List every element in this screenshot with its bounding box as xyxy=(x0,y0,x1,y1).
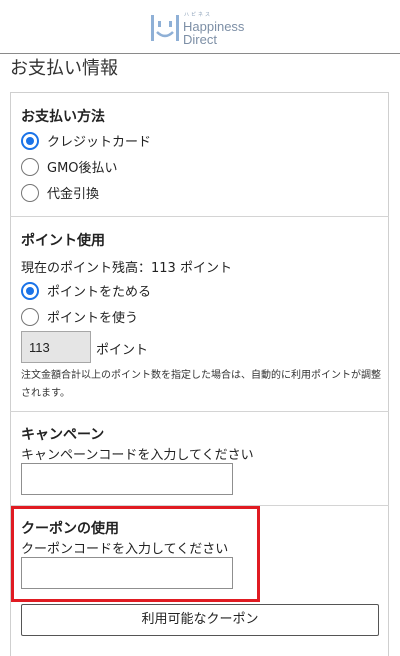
radio-credit-card-label[interactable]: クレジットカード xyxy=(47,131,151,150)
section-divider xyxy=(10,411,389,412)
available-coupons-button[interactable]: 利用可能なクーポン xyxy=(21,604,379,636)
logo-small-text: ハピネス xyxy=(184,12,213,18)
radio-gmo-deferred[interactable] xyxy=(21,158,39,176)
radio-cash-on-delivery-label[interactable]: 代金引換 xyxy=(47,183,99,202)
site-header: ハピネス Happiness Direct xyxy=(0,0,400,54)
radio-use-points[interactable] xyxy=(21,308,39,326)
radio-save-points-label[interactable]: ポイントをためる xyxy=(47,281,151,300)
radio-gmo-deferred-label[interactable]: GMO後払い xyxy=(47,157,118,176)
campaign-title: キャンペーン xyxy=(21,427,105,443)
section-divider xyxy=(10,216,389,217)
points-title: ポイント使用 xyxy=(21,233,105,249)
page-title: お支払い情報 xyxy=(10,58,118,79)
radio-use-points-label[interactable]: ポイントを使う xyxy=(47,307,138,326)
payment-method-title: お支払い方法 xyxy=(21,109,105,125)
campaign-code-input[interactable] xyxy=(21,463,233,495)
points-balance: 現在のポイント残高：113 ポイント xyxy=(21,261,232,276)
radio-save-points[interactable] xyxy=(21,282,39,300)
points-amount-input[interactable] xyxy=(21,331,91,363)
points-unit-label: ポイント xyxy=(96,343,149,358)
radio-cash-on-delivery[interactable] xyxy=(21,184,39,202)
logo-line-2: Direct xyxy=(183,32,217,47)
coupon-highlight-frame xyxy=(11,506,260,602)
logo-text: Happiness Direct xyxy=(183,20,244,46)
campaign-instruction: キャンペーンコードを入力してください xyxy=(21,448,254,463)
radio-credit-card[interactable] xyxy=(21,132,39,150)
smile-logo-icon xyxy=(151,15,179,41)
points-adjust-note: 注文金額合計以上のポイント数を指定した場合は、自動的に利用ポイントが調整されます… xyxy=(21,370,381,399)
happiness-direct-logo[interactable]: ハピネス Happiness Direct xyxy=(150,12,254,48)
